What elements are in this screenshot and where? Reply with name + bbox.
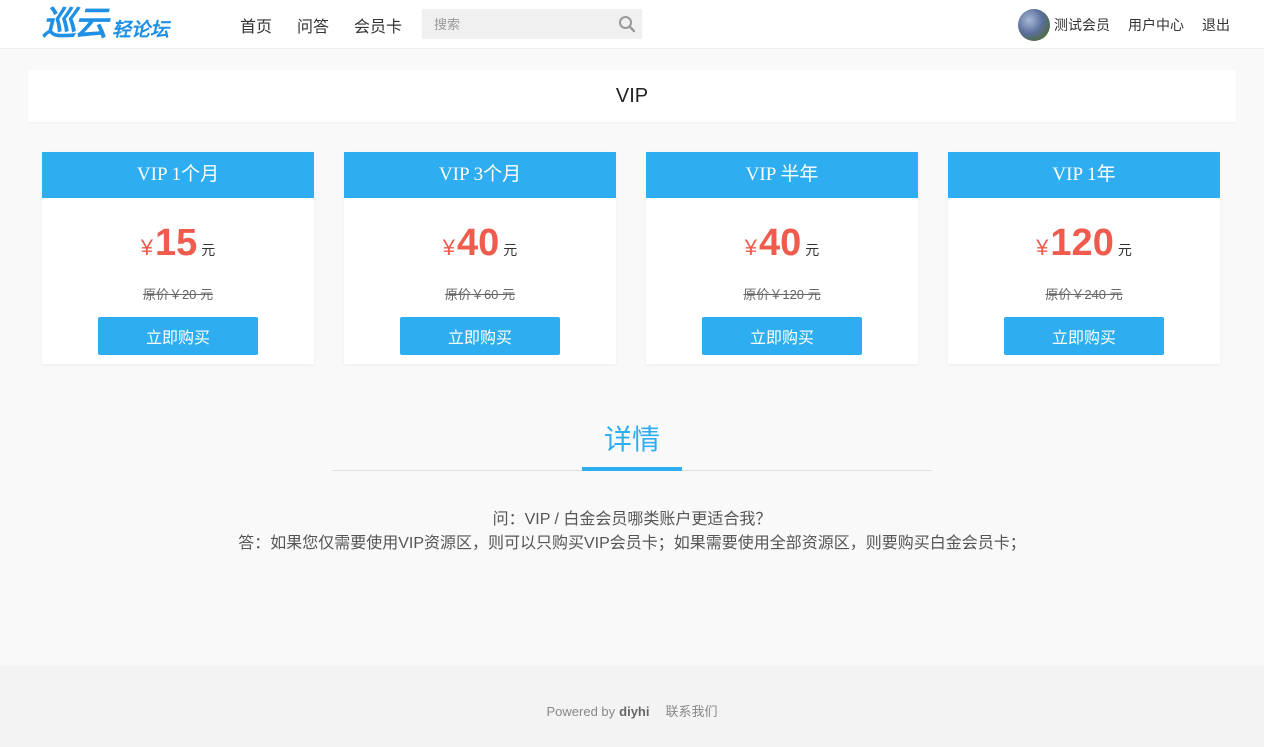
price-unit: 元	[1117, 242, 1132, 258]
price: ¥15 元	[42, 222, 314, 272]
page-title: VIP	[28, 70, 1236, 122]
avatar[interactable]	[1018, 8, 1050, 41]
card-title: VIP 3个月	[344, 152, 616, 198]
logo-sub-text: 轻论坛	[112, 19, 170, 41]
user-center-link[interactable]: 用户中心	[1128, 15, 1184, 35]
card-title: VIP 1个月	[42, 152, 314, 198]
card-title: VIP 1年	[948, 152, 1220, 198]
price-unit: 元	[503, 242, 518, 258]
vip-card-3-months: VIP 3个月 ¥40 元 原价￥60 元 立即购买	[344, 152, 616, 364]
card-title: VIP 半年	[646, 152, 918, 198]
buy-now-button[interactable]: 立即购买	[98, 317, 258, 355]
vip-card-half-year: VIP 半年 ¥40 元 原价￥120 元 立即购买	[646, 152, 918, 364]
user-menu: 测试会员 用户中心 退出	[1018, 0, 1230, 49]
contact-us-link[interactable]: 联系我们	[665, 704, 717, 719]
faq-question: 问：VIP / 白金会员哪类账户更适合我？	[492, 511, 772, 528]
price-value: 40	[456, 222, 500, 264]
original-price: 原价￥240 元	[1045, 287, 1123, 302]
currency-symbol: ¥	[744, 235, 757, 260]
search-icon[interactable]	[618, 15, 636, 33]
top-header: 巡云 轻论坛 首页 问答 会员卡 测试会员 用户中心 退出	[0, 0, 1264, 49]
site-logo[interactable]: 巡云 轻论坛	[42, 6, 169, 42]
price: ¥120 元	[948, 222, 1220, 272]
details-heading-underline	[582, 467, 682, 471]
nav-item-membership-card[interactable]: 会员卡	[354, 13, 402, 37]
faq-answer: 答：如果您仅需要使用VIP资源区，则可以只购买VIP会员卡；如果需要使用全部资源…	[238, 535, 1026, 552]
footer-brand[interactable]: diyhi	[619, 704, 649, 719]
search-input[interactable]	[422, 9, 602, 39]
original-price: 原价￥120 元	[743, 287, 821, 302]
original-price: 原价￥60 元	[444, 287, 516, 302]
price-value: 40	[758, 222, 802, 264]
price-unit: 元	[805, 242, 820, 258]
nav-item-home[interactable]: 首页	[240, 13, 272, 37]
footer: Powered by diyhi 联系我们	[0, 666, 1264, 747]
nav-item-qa[interactable]: 问答	[297, 13, 329, 37]
powered-by-text: Powered by	[546, 704, 616, 719]
buy-now-button[interactable]: 立即购买	[702, 317, 862, 355]
vip-card-1-month: VIP 1个月 ¥15 元 原价￥20 元 立即购买	[42, 152, 314, 364]
buy-now-button[interactable]: 立即购买	[1004, 317, 1164, 355]
logo-main-text: 巡云	[42, 5, 108, 43]
price: ¥40 元	[344, 222, 616, 272]
vip-card-1-year: VIP 1年 ¥120 元 原价￥240 元 立即购买	[948, 152, 1220, 364]
search-box	[422, 9, 642, 39]
logout-link[interactable]: 退出	[1202, 15, 1230, 35]
price-value: 15	[154, 222, 198, 264]
buy-now-button[interactable]: 立即购买	[400, 317, 560, 355]
user-name-link[interactable]: 测试会员	[1054, 15, 1110, 35]
currency-symbol: ¥	[442, 235, 455, 260]
main-nav: 首页 问答 会员卡	[240, 0, 427, 49]
details-heading: 详情	[603, 424, 660, 455]
currency-symbol: ¥	[140, 235, 153, 260]
price: ¥40 元	[646, 222, 918, 272]
price-unit: 元	[201, 242, 216, 258]
original-price: 原价￥20 元	[142, 287, 214, 302]
currency-symbol: ¥	[1036, 235, 1049, 260]
price-value: 120	[1050, 222, 1114, 264]
